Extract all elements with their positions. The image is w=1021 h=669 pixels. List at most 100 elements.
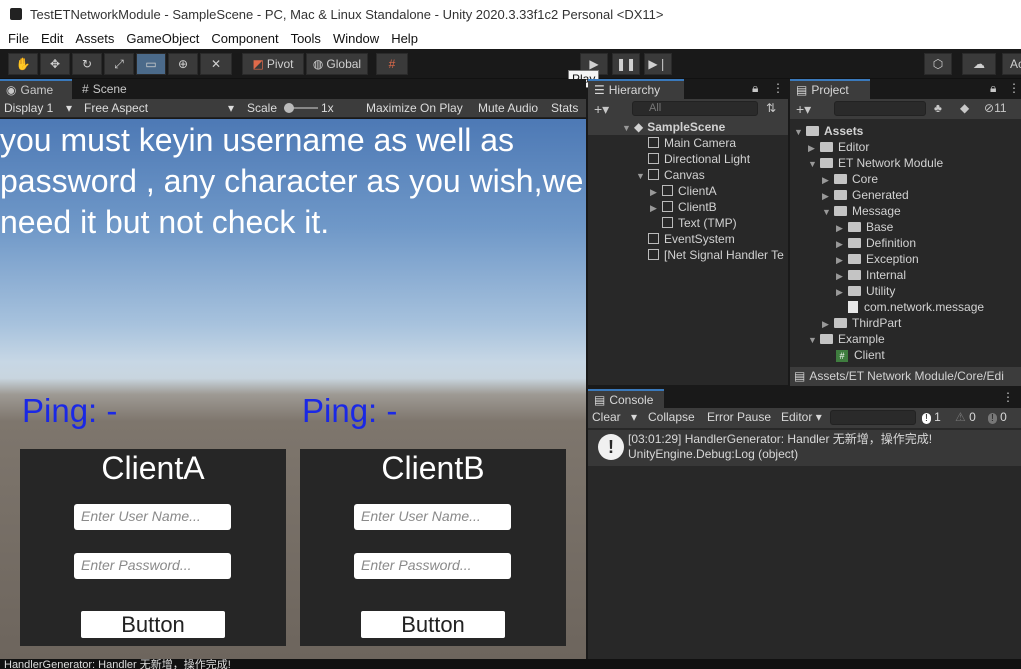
editor-dropdown[interactable]: Editor ▾ <box>781 410 822 424</box>
log-count-toggle[interactable]: ! 1 <box>922 410 941 424</box>
step-button[interactable]: ▶❘ <box>644 53 672 75</box>
label-icon[interactable]: ◆ <box>960 101 969 115</box>
project-item-exception[interactable]: ▶ Exception <box>836 251 919 267</box>
aspect-dropdown[interactable]: Free Aspect <box>84 101 148 115</box>
tab-game[interactable]: ◉ Game <box>0 79 72 99</box>
menu-window[interactable]: Window <box>333 31 379 46</box>
menu-help[interactable]: Help <box>391 31 418 46</box>
warning-count-toggle[interactable]: ⚠ 0 <box>955 410 976 424</box>
stats-toggle[interactable]: Stats <box>551 101 578 115</box>
maximize-on-play-toggle[interactable]: Maximize On Play <box>366 101 463 115</box>
custom-tool-icon[interactable]: ✕ <box>200 53 232 75</box>
gameobject-cube-icon <box>648 233 659 244</box>
hierarchy-item-clienta[interactable]: ▶ ClientA <box>650 183 717 199</box>
script-icon: # <box>836 350 848 362</box>
scale-slider[interactable] <box>284 103 318 113</box>
account-button[interactable]: Ac <box>1002 53 1021 75</box>
chevron-right-icon: ▶ <box>836 223 843 233</box>
tab-console[interactable]: ▤ Console <box>588 389 664 408</box>
project-item-generated[interactable]: ▶ Generated <box>822 187 909 203</box>
project-item-et-network-module[interactable]: ▼ ET Network Module <box>808 155 943 171</box>
collapse-toggle[interactable]: Collapse <box>648 410 695 424</box>
collab-icon[interactable]: ⬡ <box>924 53 952 75</box>
pause-button[interactable]: ❚❚ <box>612 53 640 75</box>
login-button-b[interactable]: Button <box>361 611 505 638</box>
hierarchy-item-samplescene[interactable]: ▼ ◆ SampleScene <box>588 119 788 135</box>
console-log-entry[interactable]: ! [03:01:29] HandlerGenerator: Handler 无… <box>588 430 1021 466</box>
menu-gameobject[interactable]: GameObject <box>126 31 199 46</box>
hierarchy-search-input[interactable]: All <box>632 101 758 116</box>
gameobject-cube-icon <box>648 249 659 260</box>
hierarchy-item-directional-light[interactable]: Directional Light <box>648 151 750 167</box>
clear-button[interactable]: Clear <box>592 410 621 424</box>
project-search-input[interactable] <box>834 101 926 116</box>
project-item-core[interactable]: ▶ Core <box>822 171 878 187</box>
hierarchy-item-net-signal-handler[interactable]: [Net Signal Handler Te <box>648 247 788 263</box>
console-search-input[interactable] <box>830 410 916 425</box>
lock-icon[interactable]: 🔒︎ <box>990 81 996 96</box>
grid-snap-icon[interactable]: # <box>376 53 408 75</box>
mute-audio-toggle[interactable]: Mute Audio <box>478 101 538 115</box>
display-dropdown[interactable]: Display 1 <box>4 101 53 115</box>
project-item-internal[interactable]: ▶ Internal <box>836 267 906 283</box>
hierarchy-item-clientb[interactable]: ▶ ClientB <box>650 199 717 215</box>
tab-scene[interactable]: # Scene <box>76 79 146 99</box>
menu-file[interactable]: File <box>8 31 29 46</box>
chevron-right-icon: ▶ <box>822 175 829 185</box>
hierarchy-item-main-camera[interactable]: Main Camera <box>648 135 736 151</box>
tab-hierarchy[interactable]: ☰ Hierarchy <box>588 79 684 99</box>
hidden-packages-icon[interactable]: ⊘11 <box>984 101 1007 115</box>
menu-component[interactable]: Component <box>211 31 278 46</box>
add-icon[interactable]: +▾ <box>594 101 609 118</box>
project-item-definition[interactable]: ▶ Definition <box>836 235 916 251</box>
project-item-thirdpart[interactable]: ▶ ThirdPart <box>822 315 901 331</box>
info-icon: ! <box>598 434 624 460</box>
menu-tools[interactable]: Tools <box>291 31 321 46</box>
rect-tool-icon[interactable]: ▭ <box>136 53 166 75</box>
hierarchy-item-eventsystem[interactable]: EventSystem <box>648 231 735 247</box>
login-button-a[interactable]: Button <box>81 611 225 638</box>
gameobject-cube-icon <box>648 169 659 180</box>
game-panel-tabs: ◉ Game # Scene <box>0 79 586 99</box>
menu-assets[interactable]: Assets <box>75 31 114 46</box>
project-item-example[interactable]: ▼ Example <box>808 331 885 347</box>
filter-type-icon[interactable]: ♣ <box>934 101 942 115</box>
lock-icon[interactable]: 🔒︎ <box>752 81 758 96</box>
cloud-icon[interactable]: ☁ <box>962 53 996 75</box>
more-menu-icon[interactable]: ⋮ <box>1008 81 1020 95</box>
username-field-b[interactable]: Enter User Name... <box>354 504 511 530</box>
password-field-b[interactable]: Enter Password... <box>354 553 511 579</box>
project-item-com-network-message[interactable]: com.network.message <box>848 299 984 315</box>
project-item-editor[interactable]: ▶ Editor <box>808 139 869 155</box>
hand-tool-icon[interactable]: ✋ <box>8 53 38 75</box>
folder-icon <box>848 238 861 248</box>
transform-tool-icon[interactable]: ⊕ <box>168 53 198 75</box>
hierarchy-item-canvas[interactable]: ▼ Canvas <box>636 167 705 183</box>
rotate-tool-icon[interactable]: ↻ <box>72 53 102 75</box>
password-field-a[interactable]: Enter Password... <box>74 553 231 579</box>
folder-icon <box>834 190 847 200</box>
scale-tool-icon[interactable]: ⤢ <box>104 53 134 75</box>
more-menu-icon[interactable]: ⋮ <box>772 81 784 95</box>
project-item-assets[interactable]: ▼ Assets <box>794 123 863 139</box>
error-pause-toggle[interactable]: Error Pause <box>707 410 771 424</box>
chevron-down-icon[interactable]: ▾ <box>631 410 637 424</box>
error-count-toggle[interactable]: ! 0 <box>988 410 1007 424</box>
hierarchy-item-text-tmp[interactable]: Text (TMP) <box>662 215 737 231</box>
move-tool-icon[interactable]: ✥ <box>40 53 70 75</box>
sort-icon[interactable]: ⇅ <box>766 101 776 115</box>
add-icon[interactable]: +▾ <box>796 101 811 118</box>
project-item-client[interactable]: # Client <box>836 347 885 363</box>
project-item-base[interactable]: ▶ Base <box>836 219 893 235</box>
client-a-panel: ClientA Enter User Name... Enter Passwor… <box>20 449 286 646</box>
project-item-utility[interactable]: ▶ Utility <box>836 283 895 299</box>
menu-edit[interactable]: Edit <box>41 31 63 46</box>
username-field-a[interactable]: Enter User Name... <box>74 504 231 530</box>
error-icon: ! <box>988 413 997 424</box>
global-toggle[interactable]: ◍ Global <box>306 53 368 75</box>
pivot-toggle[interactable]: ◩ Pivot <box>242 53 304 75</box>
more-menu-icon[interactable]: ⋮ <box>1002 390 1014 404</box>
tab-project[interactable]: ▤ Project <box>790 79 870 99</box>
project-item-message[interactable]: ▼ Message <box>822 203 901 219</box>
gameobject-cube-icon <box>648 137 659 148</box>
